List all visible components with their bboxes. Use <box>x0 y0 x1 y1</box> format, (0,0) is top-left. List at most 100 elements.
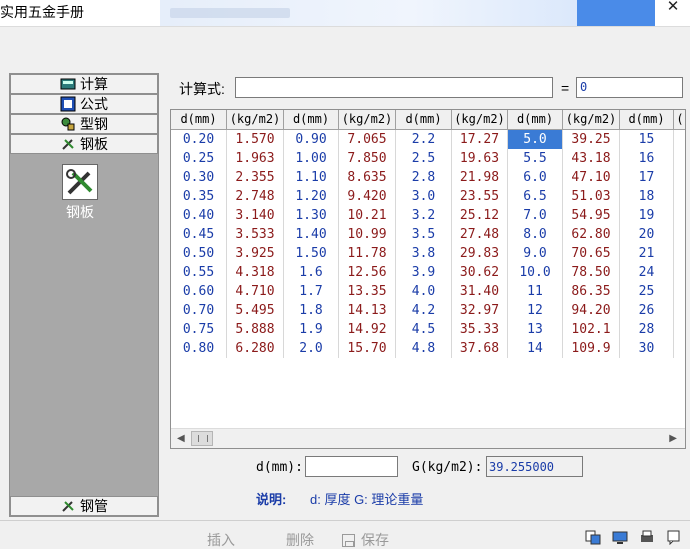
table-cell[interactable]: 0.30 <box>171 168 227 187</box>
column-header[interactable]: ( <box>674 110 685 130</box>
sidebar-item-formula[interactable]: 公式 <box>10 94 158 114</box>
insert-button[interactable]: 插入 <box>207 530 235 549</box>
table-cell[interactable]: 3.5 <box>396 225 452 244</box>
table-cell[interactable]: 2.5 <box>396 149 452 168</box>
table-cell[interactable]: 1.00 <box>284 149 339 168</box>
table-cell[interactable]: 0.80 <box>171 339 227 358</box>
close-icon[interactable]: ✕ <box>656 0 690 18</box>
column-header[interactable]: (kg/m2) <box>227 110 284 130</box>
table-cell[interactable]: 26 <box>620 301 674 320</box>
screen-icon[interactable] <box>612 530 628 545</box>
table-cell[interactable]: 10.0 <box>508 263 563 282</box>
table-cell[interactable]: 17.27 <box>452 130 508 149</box>
table-cell[interactable]: 1.10 <box>284 168 339 187</box>
table-cell[interactable]: 16 <box>620 149 674 168</box>
table-cell[interactable]: 0.70 <box>171 301 227 320</box>
table-cell[interactable]: 1.40 <box>284 225 339 244</box>
table-row[interactable]: 0.45 3.533 1.40 10.99 3.5 27.48 8.0 62.80 20 <box>171 225 685 244</box>
table-cell[interactable]: 0.50 <box>171 244 227 263</box>
table-cell[interactable]: 10.21 <box>339 206 396 225</box>
table-cell[interactable]: 15 <box>620 130 674 149</box>
delete-button[interactable]: 删除 <box>286 530 314 549</box>
table-cell[interactable]: 29.83 <box>452 244 508 263</box>
table-row[interactable]: 0.50 3.925 1.50 11.78 3.8 29.83 9.0 70.65 21 <box>171 244 685 263</box>
table-cell[interactable]: 19.63 <box>452 149 508 168</box>
table-cell[interactable] <box>674 149 685 168</box>
table-cell[interactable]: 5.0 <box>508 130 563 149</box>
table-cell[interactable] <box>674 168 685 187</box>
table-cell[interactable]: 3.0 <box>396 187 452 206</box>
table-cell[interactable]: 78.50 <box>563 263 620 282</box>
sidebar-item-steel-pipe[interactable]: 钢管 <box>10 496 158 516</box>
column-header[interactable]: d(mm) <box>171 110 227 130</box>
table-cell[interactable]: 11 <box>508 282 563 301</box>
column-header[interactable]: d(mm) <box>508 110 563 130</box>
table-cell[interactable] <box>674 320 685 339</box>
table-cell[interactable]: 27.48 <box>452 225 508 244</box>
table-cell[interactable]: 4.710 <box>227 282 284 301</box>
table-cell[interactable]: 1.6 <box>284 263 339 282</box>
table-cell[interactable]: 2.0 <box>284 339 339 358</box>
table-cell[interactable]: 3.9 <box>396 263 452 282</box>
title-search-button[interactable] <box>577 0 655 26</box>
table-cell[interactable]: 8.0 <box>508 225 563 244</box>
column-header[interactable]: d(mm) <box>284 110 339 130</box>
sidebar-item-calc[interactable]: 计算 <box>10 74 158 94</box>
table-cell[interactable]: 47.10 <box>563 168 620 187</box>
table-cell[interactable]: 5.5 <box>508 149 563 168</box>
table-cell[interactable]: 1.7 <box>284 282 339 301</box>
table-cell[interactable]: 25 <box>620 282 674 301</box>
table-cell[interactable] <box>674 244 685 263</box>
table-row[interactable]: 0.70 5.495 1.8 14.13 4.2 32.97 12 94.20 26 <box>171 301 685 320</box>
table-cell[interactable]: 25.12 <box>452 206 508 225</box>
save-button[interactable]: 保存 <box>342 530 389 549</box>
table-cell[interactable]: 6.0 <box>508 168 563 187</box>
table-cell[interactable]: 12.56 <box>339 263 396 282</box>
table-cell[interactable]: 54.95 <box>563 206 620 225</box>
table-cell[interactable]: 12 <box>508 301 563 320</box>
table-cell[interactable]: 7.0 <box>508 206 563 225</box>
table-row[interactable]: 0.60 4.710 1.7 13.35 4.0 31.40 11 86.35 25 <box>171 282 685 301</box>
scroll-thumb[interactable] <box>191 431 213 446</box>
table-cell[interactable] <box>674 339 685 358</box>
scroll-left-icon[interactable]: ◀ <box>177 433 185 444</box>
table-cell[interactable]: 109.9 <box>563 339 620 358</box>
column-header[interactable]: (kg/m2) <box>563 110 620 130</box>
table-cell[interactable]: 21 <box>620 244 674 263</box>
scroll-right-icon[interactable]: ▶ <box>669 433 677 444</box>
table-cell[interactable]: 0.35 <box>171 187 227 206</box>
table-cell[interactable]: 24 <box>620 263 674 282</box>
table-cell[interactable] <box>674 301 685 320</box>
table-cell[interactable]: 0.90 <box>284 130 339 149</box>
table-cell[interactable]: 14.13 <box>339 301 396 320</box>
table-cell[interactable]: 1.20 <box>284 187 339 206</box>
table-cell[interactable]: 13.35 <box>339 282 396 301</box>
table-cell[interactable]: 3.140 <box>227 206 284 225</box>
table-cell[interactable]: 18 <box>620 187 674 206</box>
table-cell[interactable]: 6.280 <box>227 339 284 358</box>
table-cell[interactable]: 23.55 <box>452 187 508 206</box>
table-row[interactable]: 0.30 2.355 1.10 8.635 2.8 21.98 6.0 47.10 17 <box>171 168 685 187</box>
table-cell[interactable]: 0.55 <box>171 263 227 282</box>
table-cell[interactable]: 30 <box>620 339 674 358</box>
table-cell[interactable]: 4.318 <box>227 263 284 282</box>
table-cell[interactable]: 62.80 <box>563 225 620 244</box>
table-cell[interactable]: 19 <box>620 206 674 225</box>
table-cell[interactable]: 5.495 <box>227 301 284 320</box>
table-cell[interactable]: 14 <box>508 339 563 358</box>
print-icon[interactable] <box>639 530 655 545</box>
table-cell[interactable]: 1.8 <box>284 301 339 320</box>
expression-input[interactable] <box>235 77 553 98</box>
column-header[interactable]: d(mm) <box>620 110 674 130</box>
table-cell[interactable]: 0.45 <box>171 225 227 244</box>
table-row[interactable]: 0.80 6.280 2.0 15.70 4.8 37.68 14 109.9 30 <box>171 339 685 358</box>
column-header[interactable]: d(mm) <box>396 110 452 130</box>
table-cell[interactable]: 4.0 <box>396 282 452 301</box>
table-cell[interactable]: 94.20 <box>563 301 620 320</box>
table-cell[interactable] <box>674 206 685 225</box>
table-cell[interactable]: 0.40 <box>171 206 227 225</box>
table-cell[interactable]: 15.70 <box>339 339 396 358</box>
column-header[interactable]: (kg/m2) <box>452 110 508 130</box>
table-cell[interactable]: 3.2 <box>396 206 452 225</box>
table-cell[interactable]: 0.25 <box>171 149 227 168</box>
